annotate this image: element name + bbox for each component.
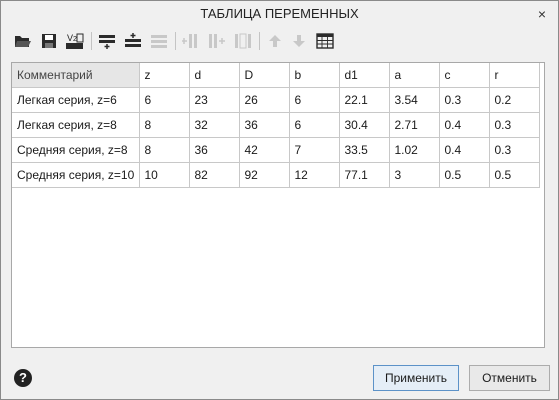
table-row: Средняя серия, z=8 8 36 42 7 33.5 1.02 0… xyxy=(12,137,540,163)
column-header-comment[interactable]: Комментарий xyxy=(12,63,140,88)
cell[interactable]: 8 xyxy=(138,137,190,163)
insert-column-left-button[interactable] xyxy=(181,31,201,51)
cell[interactable]: 92 xyxy=(238,162,290,188)
cell[interactable]: 2.71 xyxy=(388,112,440,138)
svg-text:2: 2 xyxy=(73,36,77,43)
column-header-D[interactable]: D xyxy=(238,63,290,88)
cell[interactable]: 6 xyxy=(288,112,340,138)
cell[interactable]: 0.5 xyxy=(488,162,540,188)
cell[interactable]: 6 xyxy=(288,87,340,113)
cell-comment[interactable]: Легкая серия, z=8 xyxy=(12,112,140,138)
move-up-icon xyxy=(269,35,281,47)
table-row: Средняя серия, z=10 10 82 92 12 77.1 3 0… xyxy=(12,162,540,188)
column-header-d[interactable]: d xyxy=(188,63,240,88)
delete-row-icon xyxy=(151,35,167,48)
cell[interactable]: 30.4 xyxy=(338,112,390,138)
close-button[interactable]: × xyxy=(532,4,552,24)
insert-row-above-button[interactable] xyxy=(97,31,117,51)
delete-row-button[interactable] xyxy=(149,31,169,51)
save-button[interactable] xyxy=(39,31,59,51)
table-row: Легкая серия, z=8 8 32 36 6 30.4 2.71 0.… xyxy=(12,112,540,138)
cell[interactable]: 10 xyxy=(138,162,190,188)
cell[interactable]: 0.2 xyxy=(488,87,540,113)
cell[interactable]: 23 xyxy=(188,87,240,113)
insert-column-left-icon xyxy=(182,34,197,48)
cell[interactable]: 42 xyxy=(238,137,290,163)
cell[interactable]: 0.4 xyxy=(438,112,490,138)
cell[interactable]: 82 xyxy=(188,162,240,188)
column-header-a[interactable]: a xyxy=(388,63,440,88)
column-header-c[interactable]: c xyxy=(438,63,490,88)
insert-row-above-icon xyxy=(99,35,115,49)
column-header-r[interactable]: r xyxy=(488,63,540,88)
delete-column-icon xyxy=(235,33,251,49)
table-header-row: Комментарий z d D b d1 a c r xyxy=(12,63,540,88)
save-icon xyxy=(42,34,56,48)
insert-row-below-button[interactable] xyxy=(123,31,143,51)
cell[interactable]: 0.4 xyxy=(438,137,490,163)
cell[interactable]: 0.3 xyxy=(488,137,540,163)
cell[interactable]: 3 xyxy=(388,162,440,188)
cell[interactable]: 36 xyxy=(188,137,240,163)
cell[interactable]: 22.1 xyxy=(338,87,390,113)
cell[interactable]: 36 xyxy=(238,112,290,138)
cell-comment[interactable]: Средняя серия, z=8 xyxy=(12,137,140,163)
cell[interactable]: 6 xyxy=(138,87,190,113)
cell[interactable]: 8 xyxy=(138,112,190,138)
cell[interactable]: 0.3 xyxy=(438,87,490,113)
open-button[interactable] xyxy=(13,31,33,51)
open-icon xyxy=(15,36,31,47)
cell[interactable]: 33.5 xyxy=(338,137,390,163)
cell[interactable]: 7 xyxy=(288,137,340,163)
table-row: Легкая серия, z=6 6 23 26 6 22.1 3.54 0.… xyxy=(12,87,540,113)
cell[interactable]: 1.02 xyxy=(388,137,440,163)
variables-table: Комментарий z d D b d1 a c r Легкая сери… xyxy=(12,63,540,188)
cell[interactable]: 26 xyxy=(238,87,290,113)
variables-button[interactable]: V 2 xyxy=(65,31,85,51)
cell[interactable]: 12 xyxy=(288,162,340,188)
table-settings-icon xyxy=(316,33,334,49)
variables-grid: Комментарий z d D b d1 a c r Легкая сери… xyxy=(11,62,545,348)
move-down-button[interactable] xyxy=(289,31,309,51)
help-icon[interactable]: ? xyxy=(14,369,32,387)
delete-column-button[interactable] xyxy=(233,31,253,51)
cell-comment[interactable]: Средняя серия, z=10 xyxy=(12,162,140,188)
table-settings-button[interactable] xyxy=(315,31,335,51)
insert-row-below-icon xyxy=(125,33,141,47)
insert-column-right-icon xyxy=(209,34,225,48)
column-header-z[interactable]: z xyxy=(138,63,190,88)
variables-table-dialog: ТАБЛИЦА ПЕРЕМЕННЫХ × V 2 Комментарий z d… xyxy=(0,0,559,400)
cell[interactable]: 0.5 xyxy=(438,162,490,188)
move-down-icon xyxy=(293,35,305,47)
apply-button[interactable]: Применить xyxy=(373,365,459,391)
move-up-button[interactable] xyxy=(265,31,285,51)
toolbar: V 2 xyxy=(11,29,351,53)
column-header-b[interactable]: b xyxy=(288,63,340,88)
cell-comment[interactable]: Легкая серия, z=6 xyxy=(12,87,140,113)
column-header-d1[interactable]: d1 xyxy=(338,63,390,88)
cell[interactable]: 32 xyxy=(188,112,240,138)
dialog-title: ТАБЛИЦА ПЕРЕМЕННЫХ xyxy=(200,6,359,21)
insert-column-right-button[interactable] xyxy=(207,31,227,51)
cancel-button[interactable]: Отменить xyxy=(469,365,550,391)
cell[interactable]: 77.1 xyxy=(338,162,390,188)
cell[interactable]: 0.3 xyxy=(488,112,540,138)
variables-v2-icon: V 2 xyxy=(66,33,84,49)
cell[interactable]: 3.54 xyxy=(388,87,440,113)
